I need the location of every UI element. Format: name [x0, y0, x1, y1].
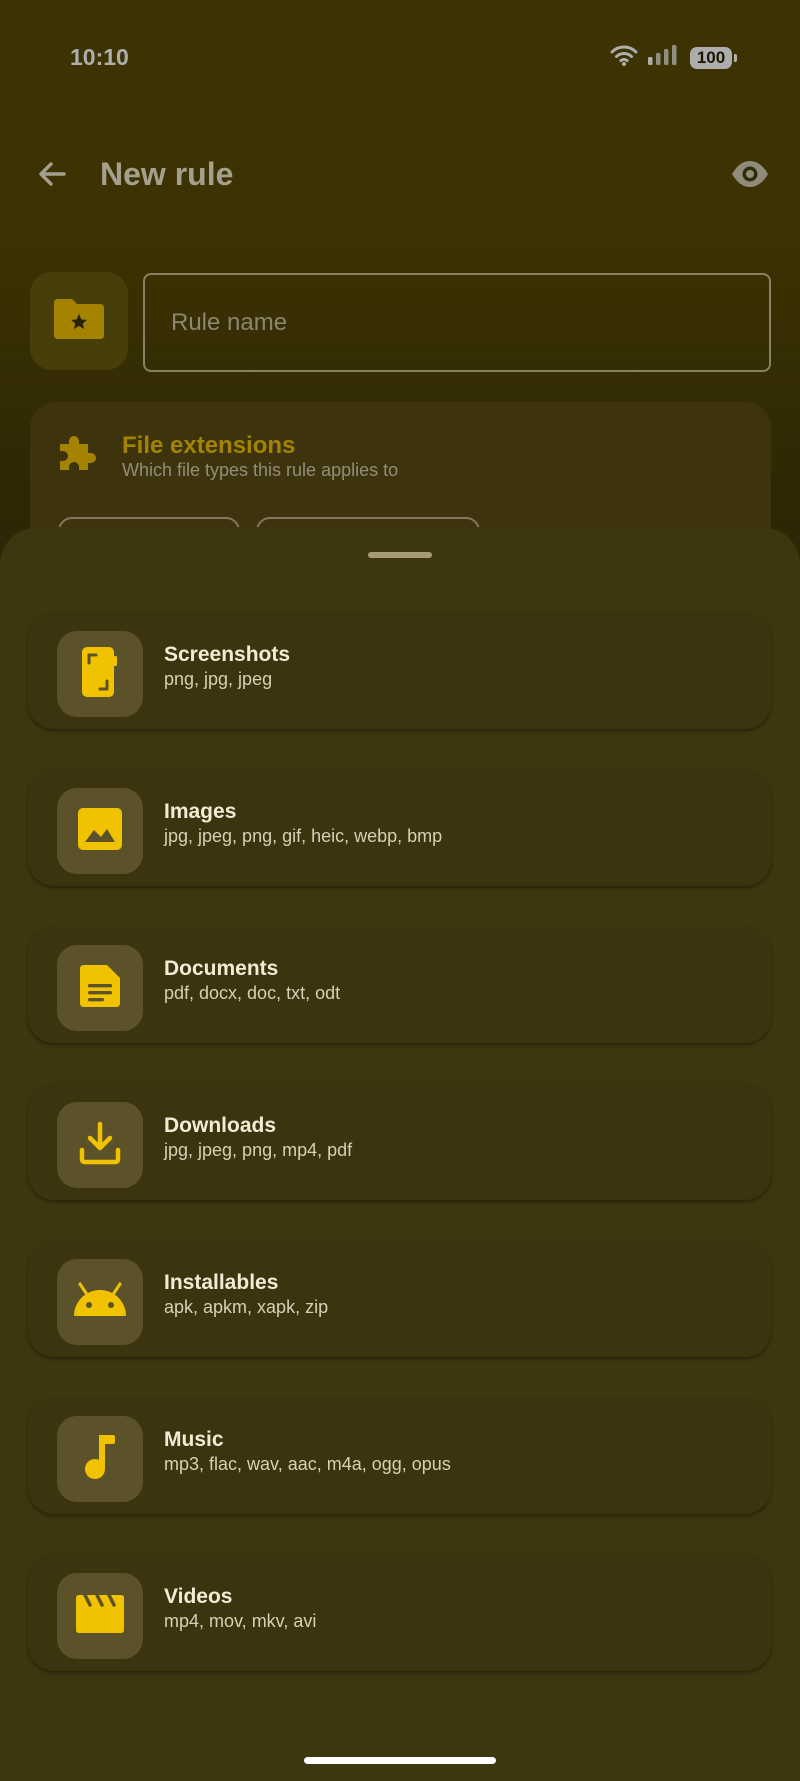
screenshot-icon: [80, 646, 120, 703]
music-note-icon: [83, 1433, 117, 1486]
item-title: Installables: [164, 1271, 279, 1294]
item-title: Videos: [164, 1585, 233, 1608]
preset-item-videos[interactable]: Videos mp4, mov, mkv, avi: [28, 1555, 771, 1671]
item-extensions: jpg, jpeg, png, mp4, pdf: [164, 1140, 353, 1160]
item-extensions: mp4, mov, mkv, avi: [164, 1611, 317, 1631]
download-icon: [78, 1121, 122, 1170]
drag-handle[interactable]: [368, 552, 432, 558]
item-title: Downloads: [164, 1114, 277, 1137]
item-icon-tile: [57, 1416, 143, 1502]
preset-item-downloads[interactable]: Downloads jpg, jpeg, png, mp4, pdf: [28, 1084, 771, 1200]
item-title: Documents: [164, 957, 279, 980]
clapperboard-icon: [75, 1592, 125, 1639]
preset-bottom-sheet: Screenshots png, jpg, jpeg Images jpg, j…: [0, 527, 800, 1781]
preset-item-installables[interactable]: Installables apk, apkm, xapk, zip: [28, 1241, 771, 1357]
item-icon-tile: [57, 788, 143, 874]
item-icon-tile: [57, 1259, 143, 1345]
android-icon: [72, 1282, 128, 1323]
item-icon-tile: [57, 945, 143, 1031]
preset-item-documents[interactable]: Documents pdf, docx, doc, txt, odt: [28, 927, 771, 1043]
item-icon-tile: [57, 1102, 143, 1188]
item-extensions: png, jpg, jpeg: [164, 669, 273, 689]
item-title: Screenshots: [164, 643, 291, 666]
preset-item-screenshots[interactable]: Screenshots png, jpg, jpeg: [28, 613, 771, 729]
item-extensions: apk, apkm, xapk, zip: [164, 1297, 329, 1317]
document-icon: [78, 963, 122, 1014]
image-icon: [77, 807, 123, 856]
preset-item-images[interactable]: Images jpg, jpeg, png, gif, heic, webp, …: [28, 770, 771, 886]
item-extensions: mp3, flac, wav, aac, m4a, ogg, opus: [164, 1454, 451, 1474]
item-icon-tile: [57, 631, 143, 717]
preset-item-music[interactable]: Music mp3, flac, wav, aac, m4a, ogg, opu…: [28, 1398, 771, 1514]
item-extensions: pdf, docx, doc, txt, odt: [164, 983, 341, 1003]
item-icon-tile: [57, 1573, 143, 1659]
home-indicator[interactable]: [304, 1757, 496, 1764]
item-title: Images: [164, 800, 237, 823]
item-title: Music: [164, 1428, 224, 1451]
item-extensions: jpg, jpeg, png, gif, heic, webp, bmp: [164, 826, 443, 846]
